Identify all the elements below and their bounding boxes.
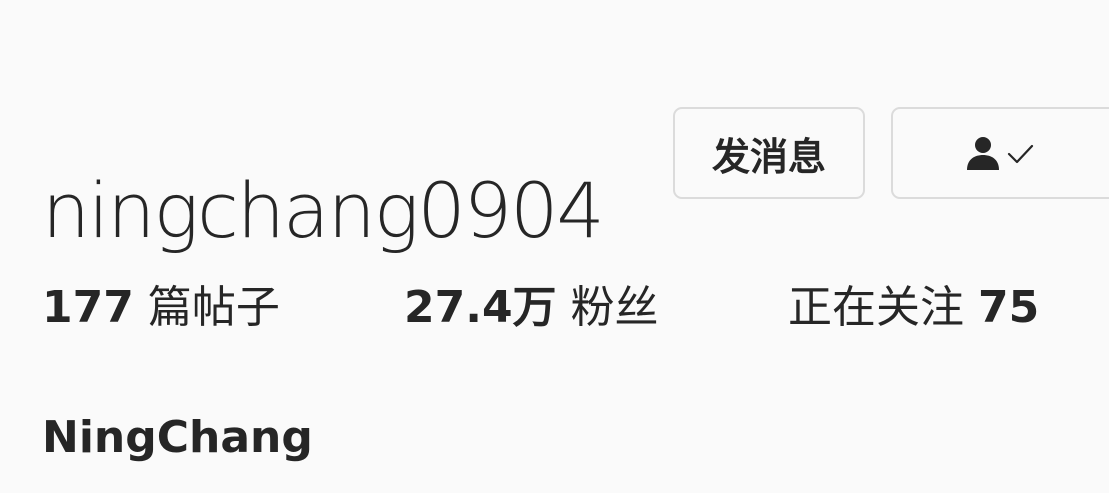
following-count: 75 xyxy=(978,282,1040,333)
posts-stat: 177 篇帖子 xyxy=(42,278,280,338)
followers-label: 粉丝 xyxy=(570,282,659,333)
full-name: NingChang xyxy=(42,412,313,463)
posts-label: 篇帖子 xyxy=(147,282,280,333)
profile-header: ningchang0904 发消息 177 篇帖子 27.4万 粉丝 正在关注 … xyxy=(0,0,1109,493)
person-icon xyxy=(967,137,999,170)
message-button-label: 发消息 xyxy=(711,134,826,179)
following-label: 正在关注 xyxy=(788,282,964,333)
following-icons xyxy=(965,135,1035,171)
following-button[interactable] xyxy=(891,107,1109,199)
checkmark-icon xyxy=(1007,144,1034,164)
username: ningchang0904 xyxy=(42,165,605,255)
followers-count: 27.4万 xyxy=(404,282,557,333)
message-button[interactable]: 发消息 xyxy=(673,107,865,199)
profile-stats: 177 篇帖子 27.4万 粉丝 正在关注 75 xyxy=(0,278,1109,338)
followers-stat[interactable]: 27.4万 粉丝 xyxy=(404,278,659,338)
posts-count: 177 xyxy=(42,282,134,333)
following-stat[interactable]: 正在关注 75 xyxy=(788,278,1039,338)
